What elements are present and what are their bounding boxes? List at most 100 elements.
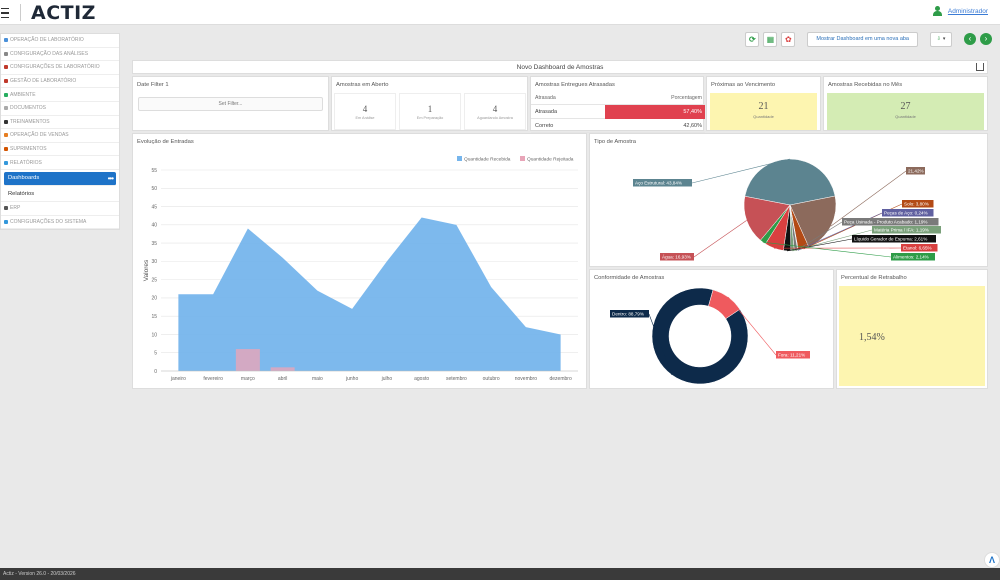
export-dropdown[interactable]: ⇩ ▾	[930, 31, 952, 47]
sidebar-item-4[interactable]: AMBIENTE	[1, 88, 119, 102]
rework-value: 1,54%	[859, 332, 885, 343]
arrow-left-icon[interactable]: ‹	[964, 33, 976, 45]
set-filter-button[interactable]: Set Filter...	[138, 97, 323, 111]
x-tick-label: março	[241, 376, 255, 382]
hamburger-menu-icon[interactable]	[1, 5, 9, 19]
footer-version: Actiz - Version 26.0 - 20/03/2026	[0, 568, 1000, 580]
legend-label: Quantidade Rejeitada	[527, 157, 574, 163]
app-logo: ACTIZ	[31, 2, 96, 24]
share-icon[interactable]	[976, 63, 984, 71]
sidebar: OPERAÇÃO DE LABORATÓRIO CONFIGURAÇÃO DAS …	[0, 33, 120, 231]
sidebar-item-icon	[4, 219, 8, 224]
sidebar-item-icon	[4, 160, 8, 165]
y-axis-label: Valores	[143, 259, 150, 281]
x-tick-label: outubro	[483, 376, 500, 382]
sidebar-item-8[interactable]: SUPRIMENTOS	[1, 143, 119, 157]
open-samples-title: Amostras em Aberto	[336, 82, 389, 88]
arrow-right-icon[interactable]: ›	[980, 33, 992, 45]
sidebar-item-6[interactable]: TREINAMENTOS	[1, 116, 119, 130]
user-menu[interactable]: Administrador	[932, 6, 988, 16]
sidebar-item-icon	[4, 133, 8, 138]
sidebar-subitem-label: Dashboards	[8, 175, 40, 182]
y-tick-label: 20	[151, 296, 157, 302]
kpi-label: Quantidade	[895, 114, 916, 119]
dashboard-toolbar: ⟳ ▦ ✿ Mostrar Dashboard em uma nova aba …	[745, 31, 992, 47]
sidebar-item-7[interactable]: OPERAÇÃO DE VENDAS	[1, 129, 119, 143]
rework-title: Percentual de Retrabalho	[841, 275, 907, 281]
sidebar-item-1[interactable]: CONFIGURAÇÃO DAS ANÁLISES	[1, 48, 119, 62]
table-cell: 57,40%	[605, 104, 705, 119]
y-tick-label: 0	[154, 369, 157, 375]
x-tick-label: julho	[381, 376, 393, 382]
sidebar-item-5[interactable]: DOCUMENTOS	[1, 102, 119, 116]
x-tick-label: fevereiro	[203, 376, 223, 382]
pie-label: Peças de Aço: 0,24%	[884, 211, 928, 216]
pie-label: Etanol: 6,65%	[903, 246, 932, 251]
sidebar-item-9[interactable]: RELATÓRIOS	[1, 156, 119, 170]
sidebar-item-0[interactable]: OPERAÇÃO DE LABORATÓRIO	[1, 34, 119, 48]
user-name[interactable]: Administrador	[948, 8, 988, 15]
sidebar-subitem-0[interactable]: Dashboards •••	[4, 171, 116, 186]
kpi-in-analysis: 4 Em Análise	[334, 93, 396, 130]
kpi-value: 21	[758, 101, 769, 112]
sidebar-item-0[interactable]: ERP	[1, 202, 119, 216]
sidebar-item-label: OPERAÇÃO DE VENDAS	[10, 132, 69, 139]
more-options-icon[interactable]: •••	[108, 174, 114, 183]
kpi-in-preparation: 1 Em Preparação	[399, 93, 461, 130]
x-tick-label: setembro	[446, 376, 467, 382]
sidebar-item-1[interactable]: CONFIGURAÇÕES DO SISTEMA	[1, 216, 119, 230]
user-icon	[932, 6, 942, 16]
dashboard: Novo Dashboard de Amostras Date Filter 1…	[132, 60, 988, 389]
pie-label: Peça Usinada - Produto Acabado: 1,19%	[844, 220, 928, 225]
dashboard-title-text: Novo Dashboard de Amostras	[516, 64, 604, 71]
y-tick-label: 10	[151, 332, 157, 338]
sidebar-item-icon	[4, 38, 8, 43]
table-cell: Correto	[535, 122, 554, 129]
evolution-panel: Evolução de Entradas 0 5 10 15 20 25 30 35 40 45 5…	[132, 133, 587, 389]
sidebar-subitem-1[interactable]: Relatórios	[1, 188, 119, 202]
x-tick-label: junho	[345, 376, 358, 382]
x-tick-label: abril	[278, 376, 287, 382]
series-bar-rejected	[235, 349, 260, 371]
y-tick-label: 30	[151, 259, 157, 265]
actiz-assistant-button[interactable]: Λ	[984, 552, 1000, 568]
sidebar-subitem-label: Relatórios	[8, 191, 35, 198]
palette-button[interactable]: ✿	[781, 31, 796, 47]
refresh-icon: ⟳	[749, 34, 756, 44]
refresh-button[interactable]: ⟳	[745, 31, 760, 47]
sidebar-item-3[interactable]: GESTÃO DE LABORATÓRIO	[1, 75, 119, 89]
pie-leader-line	[830, 170, 907, 227]
pie-label: Matéria Prima / IFA: 1,19%	[874, 228, 929, 233]
sidebar-item-icon	[4, 206, 8, 211]
y-tick-label: 5	[154, 351, 157, 357]
pie-label: Líquido Gerador de Espuma: 2,61%	[854, 237, 927, 242]
kpi-awaiting-sample: 4 Aguardando Amostra	[464, 93, 526, 130]
kpi-label: Em Preparação	[416, 116, 444, 120]
conformity-panel: Conformidade de Amostras Dentro: 88,79% F…	[589, 269, 834, 389]
kpi-value: 1	[427, 104, 433, 114]
open-new-tab-button[interactable]: Mostrar Dashboard em uma nova aba	[807, 31, 918, 47]
kpi-label: Quantidade	[753, 114, 774, 119]
sidebar-item-label: ERP	[10, 205, 21, 212]
y-tick-label: 50	[151, 186, 157, 192]
date-filter-panel: Date Filter 1 Set Filter...	[132, 76, 329, 131]
logo-divider	[20, 4, 21, 21]
sidebar-item-label: AMBIENTE	[10, 91, 36, 98]
calendar-button[interactable]: ▦	[763, 31, 778, 47]
series-area-received	[178, 217, 561, 371]
table-header-cell: Atrasada	[535, 94, 556, 101]
sidebar-item-2[interactable]: CONFIGURAÇÕES DE LABORATÓRIO	[1, 61, 119, 75]
kpi-value: 4	[362, 104, 368, 114]
sidebar-item-label: TREINAMENTOS	[10, 118, 50, 125]
sidebar-item-label: GESTÃO DE LABORATÓRIO	[10, 78, 77, 85]
evolution-chart: 0 5 10 15 20 25 30 35 40 45 50 55 Valores janeiro feve…	[143, 156, 578, 382]
y-tick-label: 25	[151, 277, 157, 283]
pie-leader-line	[693, 220, 747, 258]
x-tick-label: novembro	[515, 376, 537, 382]
y-tick-label: 45	[151, 204, 157, 210]
sidebar-item-label: CONFIGURAÇÃO DAS ANÁLISES	[10, 50, 89, 57]
kpi-value: 27	[900, 101, 911, 112]
late-samples-panel: Amostras Entregues Atrasadas Atrasada Po…	[530, 76, 705, 133]
conformity-chart: Dentro: 88,79% Fora: 11,21%	[610, 287, 810, 385]
received-month-panel: Amostras Recebidas no Mês 27 Quantidade	[823, 76, 988, 131]
